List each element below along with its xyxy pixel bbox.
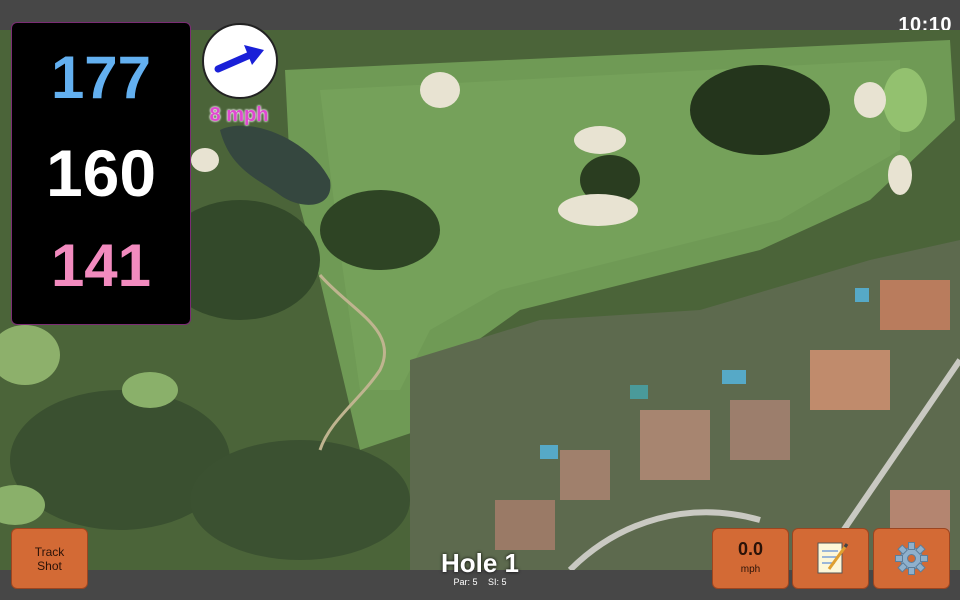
track-shot-label-line1: Track	[34, 545, 65, 559]
hole-par: Par: 5	[453, 577, 478, 587]
notes-button[interactable]	[792, 528, 869, 589]
wind-speed-label: 8 mph	[209, 104, 269, 126]
track-shot-button[interactable]: Track Shot	[11, 528, 88, 589]
notepad-icon	[817, 542, 849, 574]
settings-button[interactable]	[873, 528, 950, 589]
distance-panel: 177 160 141	[11, 22, 191, 325]
hole-meta: Par: 5 SI: 5	[380, 577, 580, 587]
front-distance: 141	[50, 232, 152, 299]
wind-arrow-icon	[214, 45, 264, 73]
hole-stroke-index: SI: 5	[488, 577, 507, 587]
middle-distance: 160	[45, 136, 157, 210]
gear-icon	[895, 542, 928, 575]
track-shot-label-line2: Shot	[37, 559, 62, 573]
back-distance: 177	[50, 44, 152, 111]
speed-unit: mph	[740, 564, 761, 575]
hole-title: Hole 1	[440, 548, 520, 578]
wind-direction-indicator	[202, 23, 278, 99]
speed-button[interactable]: 0.0 mph	[712, 528, 789, 589]
speed-value: 0.0	[737, 539, 764, 559]
